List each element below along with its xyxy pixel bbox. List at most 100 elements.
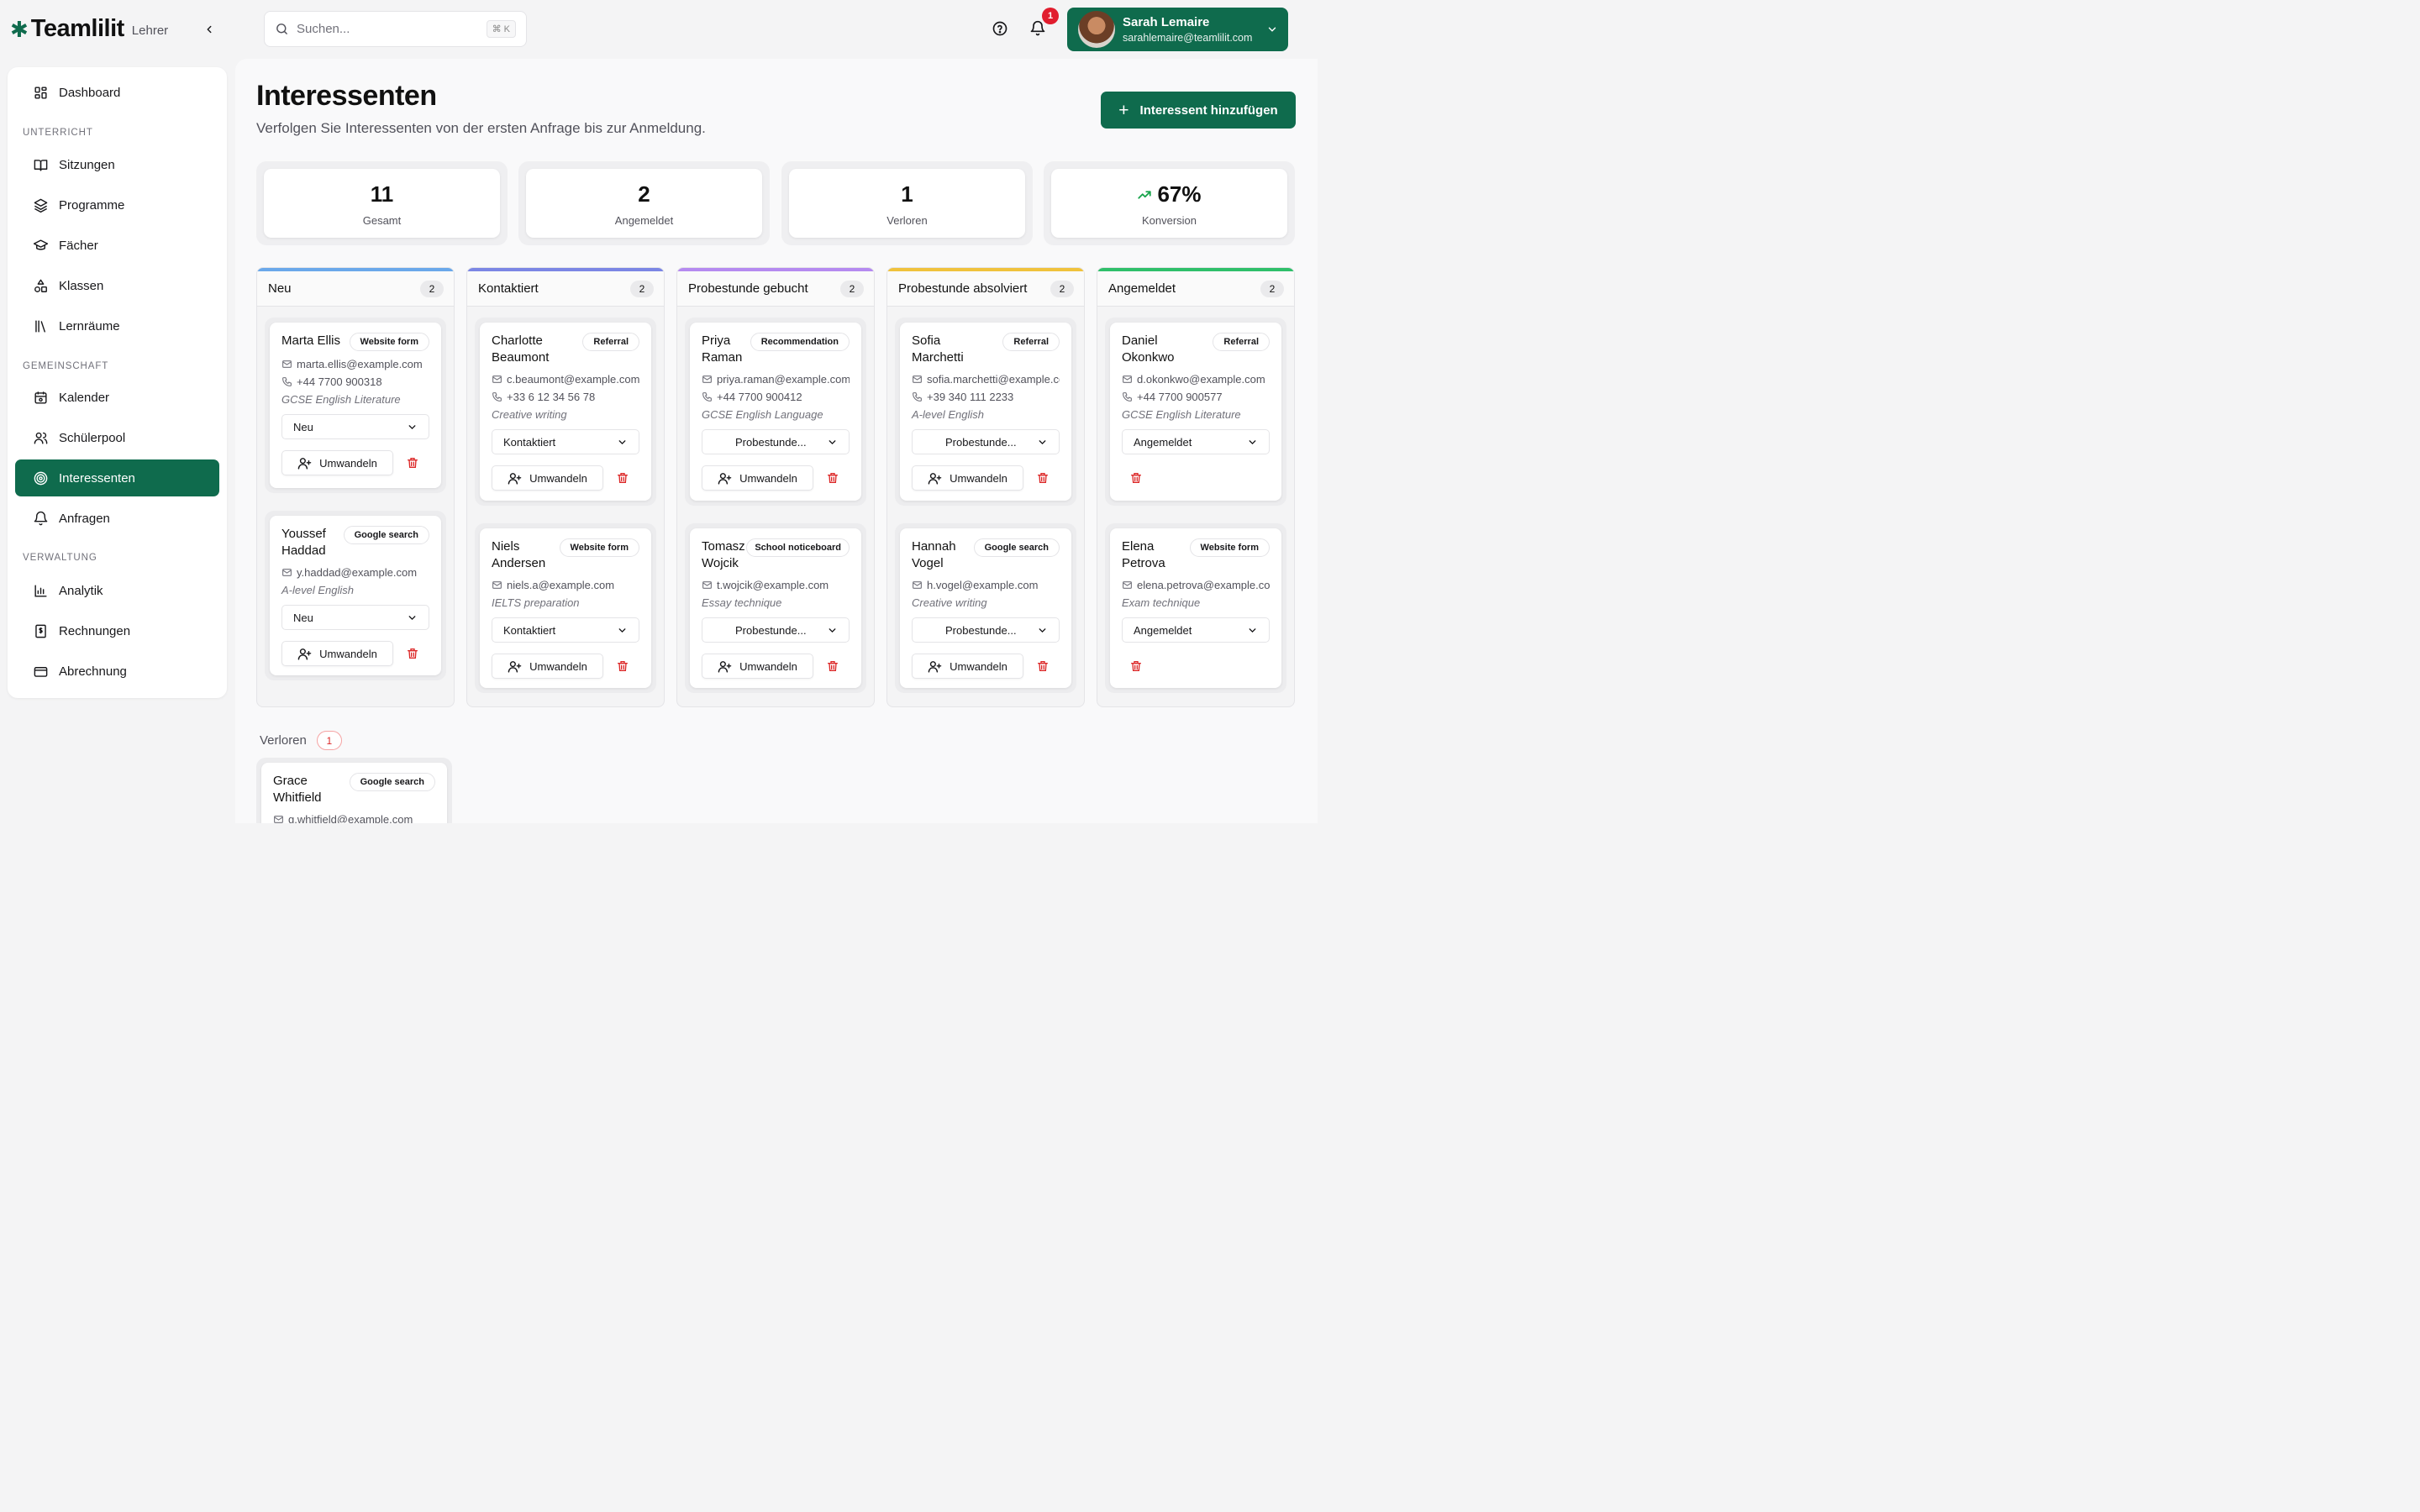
status-select[interactable]: Probestunde... <box>702 429 850 454</box>
page-subtitle: Verfolgen Sie Interessenten von der erst… <box>256 120 706 136</box>
bell-icon <box>1030 20 1045 36</box>
prospect-name: Niels Andersen <box>492 539 546 570</box>
user-plus-icon <box>508 660 522 673</box>
delete-button[interactable] <box>1128 470 1144 486</box>
mail-icon <box>492 581 502 589</box>
convert-button[interactable]: Umwandeln <box>702 465 813 491</box>
status-select[interactable]: Probestunde... <box>912 617 1060 643</box>
prospect-subject: Creative writing <box>492 408 567 421</box>
lost-section-header[interactable]: Verloren 1 <box>260 731 342 750</box>
nav-section-gemeinschaft: GEMEINSCHAFT <box>23 361 109 371</box>
brand-role: Lehrer <box>131 24 169 38</box>
status-select[interactable]: Neu <box>281 414 429 439</box>
prospect-name: Marta Ellis <box>281 333 341 348</box>
dashboard-icon <box>34 86 47 99</box>
source-badge: Google search <box>973 538 1060 557</box>
chevron-down-icon <box>829 439 836 444</box>
prospect-name: Tomasz Wojcik <box>702 539 745 570</box>
prospect-card[interactable]: Niels Andersen Website form niels.a@examp… <box>475 523 656 693</box>
delete-button[interactable] <box>405 455 420 470</box>
search-input[interactable] <box>297 22 487 36</box>
sidebar-item-faecher[interactable]: Fächer <box>15 227 219 264</box>
sidebar-item-label: Rechnungen <box>59 623 131 638</box>
status-select[interactable]: Neu <box>281 605 429 630</box>
delete-button[interactable] <box>825 470 840 486</box>
prospect-card[interactable]: Grace Whitfield Google search g.whitfield… <box>256 758 452 823</box>
delete-button[interactable] <box>615 470 630 486</box>
convert-label: Umwandeln <box>950 471 1007 485</box>
chevron-down-icon <box>1268 27 1276 32</box>
stat-card-total: 11 Gesamt <box>256 161 508 245</box>
convert-button[interactable]: Umwandeln <box>912 654 1023 679</box>
notification-count-badge: 1 <box>1042 8 1059 24</box>
collapse-sidebar-button[interactable] <box>200 20 218 39</box>
prospect-email: sofia.marchetti@example.com <box>927 373 1060 386</box>
prospect-card[interactable]: Charlotte Beaumont Referral c.beaumont@ex… <box>475 318 656 506</box>
column-title: Probestunde absolviert <box>898 281 1028 296</box>
convert-button[interactable]: Umwandeln <box>492 465 603 491</box>
delete-button[interactable] <box>405 646 420 661</box>
sidebar-item-sitzungen[interactable]: Sitzungen <box>15 146 219 183</box>
status-select[interactable]: Angemeldet <box>1122 617 1270 643</box>
prospect-card[interactable]: Priya Raman Recommendation priya.raman@ex… <box>685 318 866 506</box>
user-menu[interactable]: Sarah Lemaire sarahlemaire@teamlilit.com <box>1067 8 1288 51</box>
nav-section-verwaltung: VERWALTUNG <box>23 553 97 563</box>
prospect-email: c.beaumont@example.com <box>507 373 639 386</box>
delete-button[interactable] <box>615 659 630 674</box>
sidebar-item-klassen[interactable]: Klassen <box>15 267 219 304</box>
source-badge: Recommendation <box>750 333 850 351</box>
sidebar-item-abrechnung[interactable]: Abrechnung <box>15 653 219 690</box>
convert-button[interactable]: Umwandeln <box>281 450 393 475</box>
prospect-card[interactable]: Elena Petrova Website form elena.petrova@… <box>1105 523 1286 693</box>
stat-value: 1 <box>901 181 913 207</box>
status-select[interactable]: Probestunde... <box>912 429 1060 454</box>
convert-button[interactable]: Umwandeln <box>912 465 1023 491</box>
delete-button[interactable] <box>1035 659 1050 674</box>
trash-icon <box>828 473 838 483</box>
status-value: Kontaktiert <box>503 435 556 449</box>
status-select[interactable]: Probestunde... <box>702 617 850 643</box>
sidebar-item-anfragen[interactable]: Anfragen <box>15 500 219 537</box>
sidebar-item-lernraeume[interactable]: Lernräume <box>15 307 219 344</box>
chevron-left-icon <box>207 25 212 34</box>
sidebar-item-schuelerpool[interactable]: Schülerpool <box>15 419 219 456</box>
chevron-down-icon <box>1039 439 1046 444</box>
brand-logo[interactable]: ✱ Teamlilit Lehrer <box>10 15 168 43</box>
prospect-subject: Exam technique <box>1122 596 1201 609</box>
status-select[interactable]: Angemeldet <box>1122 429 1270 454</box>
delete-button[interactable] <box>1035 470 1050 486</box>
prospect-card[interactable]: Hannah Vogel Google search h.vogel@exampl… <box>895 523 1076 693</box>
trash-icon <box>828 661 838 671</box>
user-plus-icon <box>297 648 312 660</box>
delete-button[interactable] <box>1128 659 1144 674</box>
graduation-cap-icon <box>33 239 49 250</box>
convert-button[interactable]: Umwandeln <box>702 654 813 679</box>
convert-button[interactable]: Umwandeln <box>492 654 603 679</box>
mail-icon <box>913 581 922 589</box>
delete-button[interactable] <box>825 659 840 674</box>
sidebar-item-analytik[interactable]: Analytik <box>15 572 219 609</box>
prospect-card[interactable]: Daniel Okonkwo Referral d.okonkwo@example… <box>1105 318 1286 506</box>
sidebar-item-dashboard[interactable]: Dashboard <box>15 74 219 111</box>
prospect-card[interactable]: Sofia Marchetti Referral sofia.marchetti@… <box>895 318 1076 506</box>
column-count: 2 <box>1260 280 1284 297</box>
search-bar[interactable]: ⌘ K <box>264 11 527 47</box>
status-value: Probestunde... <box>735 623 807 637</box>
convert-button[interactable]: Umwandeln <box>281 641 393 666</box>
mail-icon <box>702 581 712 589</box>
status-select[interactable]: Kontaktiert <box>492 429 639 454</box>
sidebar-item-rechnungen[interactable]: Rechnungen <box>15 612 219 649</box>
trash-icon <box>1038 473 1048 483</box>
status-select[interactable]: Kontaktiert <box>492 617 639 643</box>
prospect-card[interactable]: Tomasz Wojcik School noticeboard t.wojcik… <box>685 523 866 693</box>
status-value: Neu <box>293 611 313 624</box>
prospect-card[interactable]: Youssef Haddad Google search y.haddad@exa… <box>265 511 446 680</box>
sidebar-item-kalender[interactable]: Kalender <box>15 379 219 416</box>
sidebar-item-interessenten[interactable]: Interessenten <box>15 459 219 496</box>
sidebar-item-programme[interactable]: Programme <box>15 186 219 223</box>
convert-label: Umwandeln <box>950 659 1007 673</box>
convert-label: Umwandeln <box>739 471 797 485</box>
help-button[interactable] <box>992 20 1010 39</box>
prospect-card[interactable]: Marta Ellis Website form marta.ellis@exa… <box>265 318 446 493</box>
add-prospect-button[interactable]: + Interessent hinzufügen <box>1101 92 1296 129</box>
